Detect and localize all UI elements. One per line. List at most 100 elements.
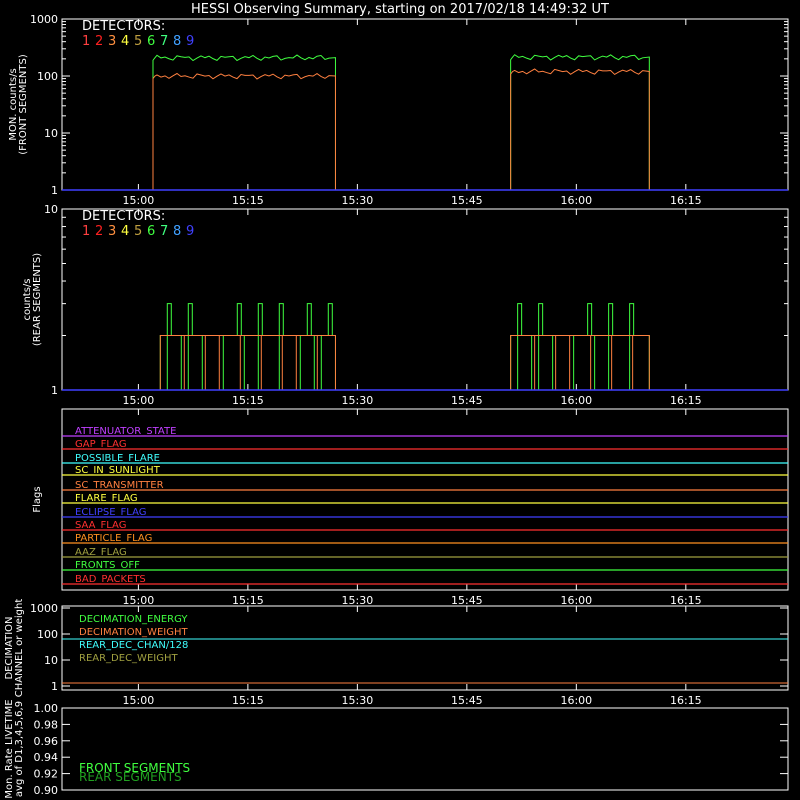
- flag-label: BAD_PACKETS: [75, 574, 146, 585]
- legend-item: 3: [108, 34, 116, 49]
- x-tick-label: 15:45: [451, 194, 483, 207]
- series-line: [62, 68, 788, 191]
- y-tick-label: 0.90: [34, 784, 59, 797]
- x-tick-label: 15:15: [232, 594, 264, 607]
- legend-item: 2: [95, 224, 103, 239]
- y-axis-label-2: Flags: [32, 486, 43, 512]
- legend-item: 8: [173, 224, 181, 239]
- hessi-summary-figure: HESSI Observing Summary, starting on 201…: [0, 0, 800, 800]
- series-spike: [538, 303, 544, 336]
- series-spike: [629, 303, 635, 336]
- y-tick-label: 0.96: [34, 735, 59, 748]
- legend-title: DETECTORS:: [82, 209, 165, 224]
- series-spike: [166, 303, 172, 336]
- y-axis-label-2: (REAR SEGMENTS): [32, 253, 43, 346]
- y-tick-label: 100: [37, 70, 58, 83]
- series-spike: [306, 303, 312, 336]
- y-tick-label: 1.00: [34, 702, 59, 715]
- x-tick-label: 15:00: [123, 194, 155, 207]
- y-axis-label-2: avg of D1,3,4,5,6,9: [14, 701, 25, 797]
- series-spike: [517, 303, 523, 336]
- y-axis-label-2: CHANNEL or weight: [14, 599, 25, 698]
- series-spike: [587, 303, 593, 336]
- x-tick-label: 16:15: [670, 194, 702, 207]
- series-spike: [257, 303, 263, 336]
- chart-title: HESSI Observing Summary, starting on 201…: [191, 2, 609, 17]
- legend-item: 7: [160, 224, 168, 239]
- series-line: [159, 335, 336, 390]
- y-tick-label: 1000: [30, 13, 58, 26]
- x-tick-label: 15:00: [123, 594, 155, 607]
- x-tick-label: 15:45: [451, 394, 483, 407]
- legend-item: DECIMATION_ENERGY: [79, 614, 188, 625]
- series-line: [62, 54, 788, 191]
- x-tick-label: 15:30: [342, 694, 374, 707]
- series-spike: [278, 303, 284, 336]
- y-axis-label-2: (FRONT SEGMENTS): [18, 54, 29, 155]
- x-tick-label: 15:45: [451, 694, 483, 707]
- x-tick-label: 15:30: [342, 194, 374, 207]
- x-tick-label: 16:00: [560, 394, 592, 407]
- y-tick-label: 10: [44, 127, 58, 140]
- legend-item: REAR_DEC_CHAN/128: [79, 640, 188, 651]
- legend-item: 4: [121, 34, 129, 49]
- x-tick-label: 15:45: [451, 594, 483, 607]
- y-tick-label: 100: [37, 628, 58, 641]
- x-tick-label: 16:15: [670, 594, 702, 607]
- series-spike: [236, 303, 242, 336]
- flag-label: GAP_FLAG: [75, 439, 127, 450]
- x-tick-label: 16:00: [560, 594, 592, 607]
- hessi-chart-svg: HESSI Observing Summary, starting on 201…: [4, 2, 789, 799]
- legend-item: 2: [95, 34, 103, 49]
- legend-item: 1: [82, 34, 90, 49]
- x-tick-label: 15:15: [232, 694, 264, 707]
- y-tick-label: 0.98: [34, 718, 59, 731]
- x-tick-label: 16:00: [560, 694, 592, 707]
- legend-item: REAR_DEC_WEIGHT: [79, 653, 178, 664]
- panel-frame-2: [61, 208, 789, 391]
- legend-item: 3: [108, 224, 116, 239]
- panel-frame-1: [61, 18, 789, 191]
- flag-label: PARTICLE_FLAG: [75, 533, 152, 544]
- y-tick-label: 10: [44, 654, 58, 667]
- series-spike: [608, 303, 614, 336]
- series-line: [159, 335, 336, 390]
- legend-item: 7: [160, 34, 168, 49]
- flag-label: SC_IN_SUNLIGHT: [75, 465, 161, 476]
- legend-item: DECIMATION_WEIGHT: [79, 627, 188, 638]
- legend-item: REAR SEGMENTS: [79, 770, 182, 784]
- flag-label: ECLIPSE_FLAG: [75, 507, 146, 518]
- legend-title: DETECTORS:: [82, 19, 165, 34]
- y-tick-label: 1000: [30, 602, 58, 615]
- flag-label: AAZ_FLAG: [75, 547, 127, 558]
- series-spike: [327, 303, 333, 336]
- x-tick-label: 15:30: [342, 594, 374, 607]
- x-tick-label: 16:15: [670, 394, 702, 407]
- x-tick-label: 15:15: [232, 394, 264, 407]
- y-tick-label: 0.92: [34, 768, 59, 781]
- legend-item: 8: [173, 34, 181, 49]
- y-tick-label: 1: [51, 384, 58, 397]
- x-tick-label: 16:00: [560, 194, 592, 207]
- flag-label: FLARE_FLAG: [75, 493, 138, 504]
- flag-label: FRONTS_OFF: [75, 560, 140, 571]
- legend-item: 9: [186, 224, 194, 239]
- legend-item: 4: [121, 224, 129, 239]
- legend-item: 9: [186, 34, 194, 49]
- x-tick-label: 15:00: [123, 694, 155, 707]
- legend-item: 5: [134, 224, 142, 239]
- flag-label: ATTENUATOR_STATE: [75, 426, 176, 437]
- flag-label: SC_TRANSMITTER: [75, 480, 164, 491]
- series-spike: [187, 303, 193, 336]
- x-tick-label: 15:00: [123, 394, 155, 407]
- flag-label: POSSIBLE_FLARE: [75, 453, 160, 464]
- y-tick-label: 1: [51, 680, 58, 693]
- y-tick-label: 1: [51, 184, 58, 197]
- x-tick-label: 16:15: [670, 694, 702, 707]
- x-tick-label: 15:15: [232, 194, 264, 207]
- legend-item: 6: [147, 34, 155, 49]
- legend-item: 5: [134, 34, 142, 49]
- legend-item: 1: [82, 224, 90, 239]
- legend-item: 6: [147, 224, 155, 239]
- x-tick-label: 15:30: [342, 394, 374, 407]
